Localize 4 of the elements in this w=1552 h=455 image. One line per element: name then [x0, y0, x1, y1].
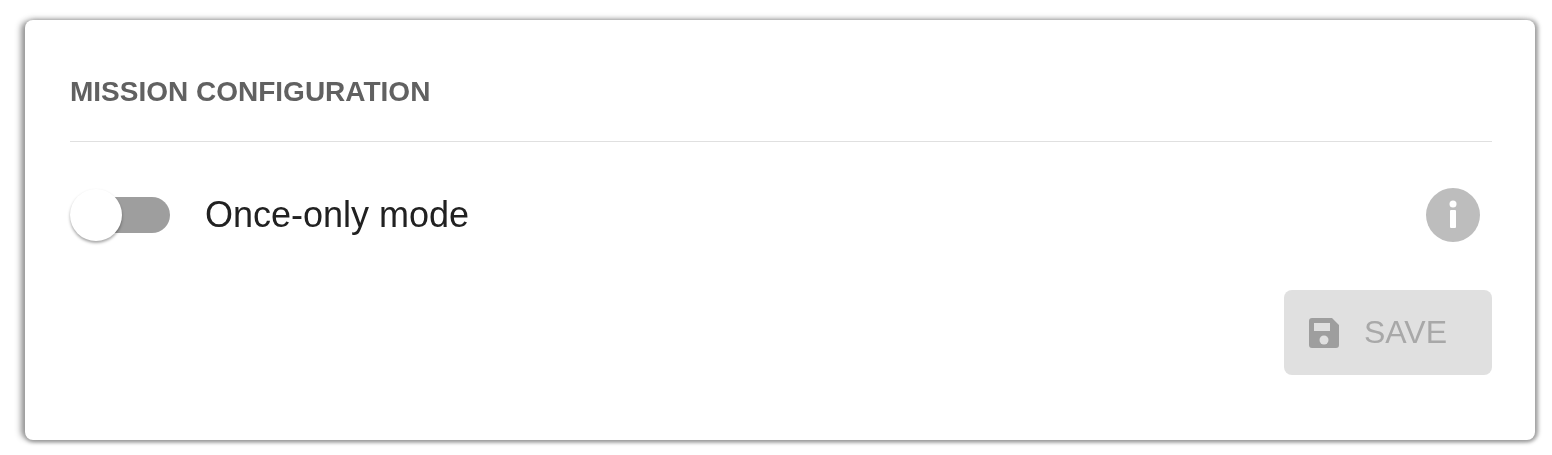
toggle-switch[interactable]: [70, 189, 170, 241]
section-title: MISSION CONFIGURATION: [70, 75, 432, 109]
toggle-label: Once-only mode: [205, 194, 470, 236]
info-icon[interactable]: [1426, 188, 1480, 242]
